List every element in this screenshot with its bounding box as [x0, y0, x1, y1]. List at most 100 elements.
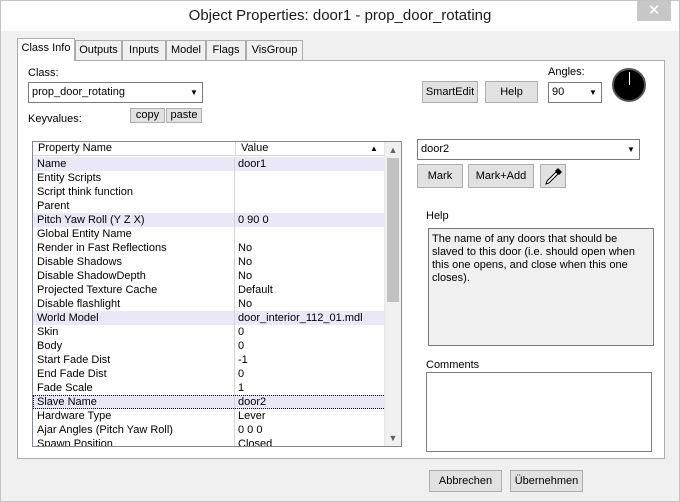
grid-header: Property Name Value ▲ [33, 142, 386, 156]
table-row[interactable]: Disable ShadowDepth No [33, 269, 386, 283]
help-heading: Help [426, 210, 449, 222]
grid-scrollbar[interactable]: ▲ ▼ [384, 142, 401, 446]
table-row[interactable]: Render in Fast Reflections No [33, 241, 386, 255]
table-row[interactable]: World Model door_interior_112_01.mdl [33, 311, 386, 325]
table-row[interactable]: Entity Scripts [33, 171, 386, 185]
comments-textarea[interactable] [426, 372, 652, 452]
chevron-up-icon: ▲ [370, 144, 378, 153]
row-value: No [238, 242, 253, 254]
row-key: Start Fade Dist [33, 353, 235, 367]
row-value [236, 171, 386, 185]
class-combo-value: prop_door_rotating [32, 86, 125, 98]
tab-inputs[interactable]: Inputs [122, 40, 166, 60]
angles-combo[interactable]: 90 ▼ [548, 82, 602, 103]
keyvalue-grid: Property Name Value ▲ Name door1 Entity S… [32, 141, 402, 447]
row-value: 0 90 0 [238, 214, 269, 226]
table-row[interactable]: Disable flashlight No [33, 297, 386, 311]
chevron-down-icon: ▼ [627, 145, 635, 154]
row-key: End Fade Dist [33, 367, 235, 381]
table-row[interactable]: Body 0 [33, 339, 386, 353]
angles-combo-value: 90 [552, 86, 565, 98]
row-value: Closed [238, 438, 273, 447]
table-row[interactable]: Start Fade Dist -1 [33, 353, 386, 367]
table-row[interactable]: Global Entity Name [33, 227, 386, 241]
table-row[interactable]: Fade Scale 1 [33, 381, 386, 395]
chevron-down-icon: ▼ [589, 88, 597, 97]
table-row[interactable]: Name door1 [33, 157, 386, 171]
row-key: Skin [33, 325, 235, 339]
keyvalues-label: Keyvalues: [28, 113, 82, 125]
angle-dial[interactable] [612, 68, 646, 102]
copy-button[interactable]: copy [130, 108, 165, 123]
row-key: Parent [33, 199, 235, 213]
close-button[interactable]: ✕ [637, 1, 671, 21]
row-key: Script think function [33, 185, 235, 199]
comments-heading: Comments [426, 359, 480, 371]
row-value: 1 [238, 382, 245, 394]
paste-button[interactable]: paste [166, 108, 202, 123]
mark-add-button[interactable]: Mark+Add [468, 164, 534, 188]
row-key: Ajar Angles (Pitch Yaw Roll) [33, 423, 235, 437]
help-button[interactable]: Help [485, 81, 538, 103]
row-key: Name [33, 157, 235, 171]
row-key: Disable Shadows [33, 255, 235, 269]
value-combo[interactable]: door2 ▼ [417, 139, 640, 160]
chevron-up-icon[interactable]: ▲ [385, 142, 401, 158]
scrollbar-thumb[interactable] [387, 158, 399, 302]
row-value: No [238, 270, 253, 282]
tab-outputs[interactable]: Outputs [75, 40, 122, 60]
column-header-value[interactable]: Value [236, 142, 386, 156]
help-text: The name of any doors that should be sla… [432, 233, 636, 284]
row-value: -1 [238, 354, 248, 366]
row-key: Body [33, 339, 235, 353]
table-row[interactable]: Script think function [33, 185, 386, 199]
mark-button[interactable]: Mark [417, 164, 463, 188]
table-row[interactable]: Ajar Angles (Pitch Yaw Roll) 0 0 0 [33, 423, 386, 437]
table-row[interactable]: Pitch Yaw Roll (Y Z X) 0 90 0 [33, 213, 386, 227]
help-text-box: The name of any doors that should be sla… [428, 228, 654, 346]
row-key: Projected Texture Cache [33, 283, 235, 297]
row-value: No [238, 298, 253, 310]
close-icon: ✕ [647, 2, 661, 19]
eyedropper-button[interactable] [540, 164, 566, 188]
row-value [236, 199, 386, 213]
chevron-down-icon[interactable]: ▼ [385, 430, 401, 446]
row-value [236, 227, 386, 241]
table-row[interactable]: Skin 0 [33, 325, 386, 339]
class-combo[interactable]: prop_door_rotating ▼ [28, 82, 203, 103]
tab-model[interactable]: Model [166, 40, 206, 60]
row-value: 0 [238, 326, 245, 338]
grid-rows: Name door1 Entity Scripts Script think fu… [33, 157, 386, 447]
tab-visgroup[interactable]: VisGroup [246, 40, 303, 60]
value-combo-value: door2 [421, 143, 450, 155]
chevron-down-icon: ▼ [190, 88, 198, 97]
table-row-selected[interactable]: Slave Name door2 [33, 395, 386, 409]
row-value: 0 0 0 [238, 424, 263, 436]
row-value: door2 [238, 396, 267, 408]
row-key: Entity Scripts [33, 171, 235, 185]
row-value: door1 [238, 158, 267, 170]
row-value: 0 [238, 340, 245, 352]
window-title: Object Properties: door1 - prop_door_rot… [188, 7, 492, 24]
row-key: Slave Name [33, 395, 235, 409]
row-value: door_interior_112_01.mdl [238, 312, 363, 324]
table-row[interactable]: Hardware Type Lever [33, 409, 386, 423]
table-row[interactable]: Projected Texture Cache Default [33, 283, 386, 297]
row-key: World Model [33, 311, 235, 325]
row-value: No [238, 256, 253, 268]
class-info-panel: Class: prop_door_rotating ▼ Keyvalues: c… [17, 60, 665, 459]
row-key: Disable flashlight [33, 297, 235, 311]
table-row[interactable]: End Fade Dist 0 [33, 367, 386, 381]
tab-flags[interactable]: Flags [206, 40, 246, 60]
apply-button[interactable]: Übernehmen [510, 470, 583, 492]
tab-class-info[interactable]: Class Info [17, 38, 75, 61]
cancel-button[interactable]: Abbrechen [429, 470, 502, 492]
table-row[interactable]: Parent [33, 199, 386, 213]
table-row[interactable]: Disable Shadows No [33, 255, 386, 269]
table-row[interactable]: Spawn Position Closed [33, 437, 386, 447]
smartedit-toggle[interactable]: SmartEdit [422, 81, 478, 103]
row-value: Lever [238, 410, 266, 422]
column-header-property[interactable]: Property Name [33, 142, 236, 156]
row-key: Spawn Position [33, 437, 235, 446]
row-value [236, 185, 386, 199]
